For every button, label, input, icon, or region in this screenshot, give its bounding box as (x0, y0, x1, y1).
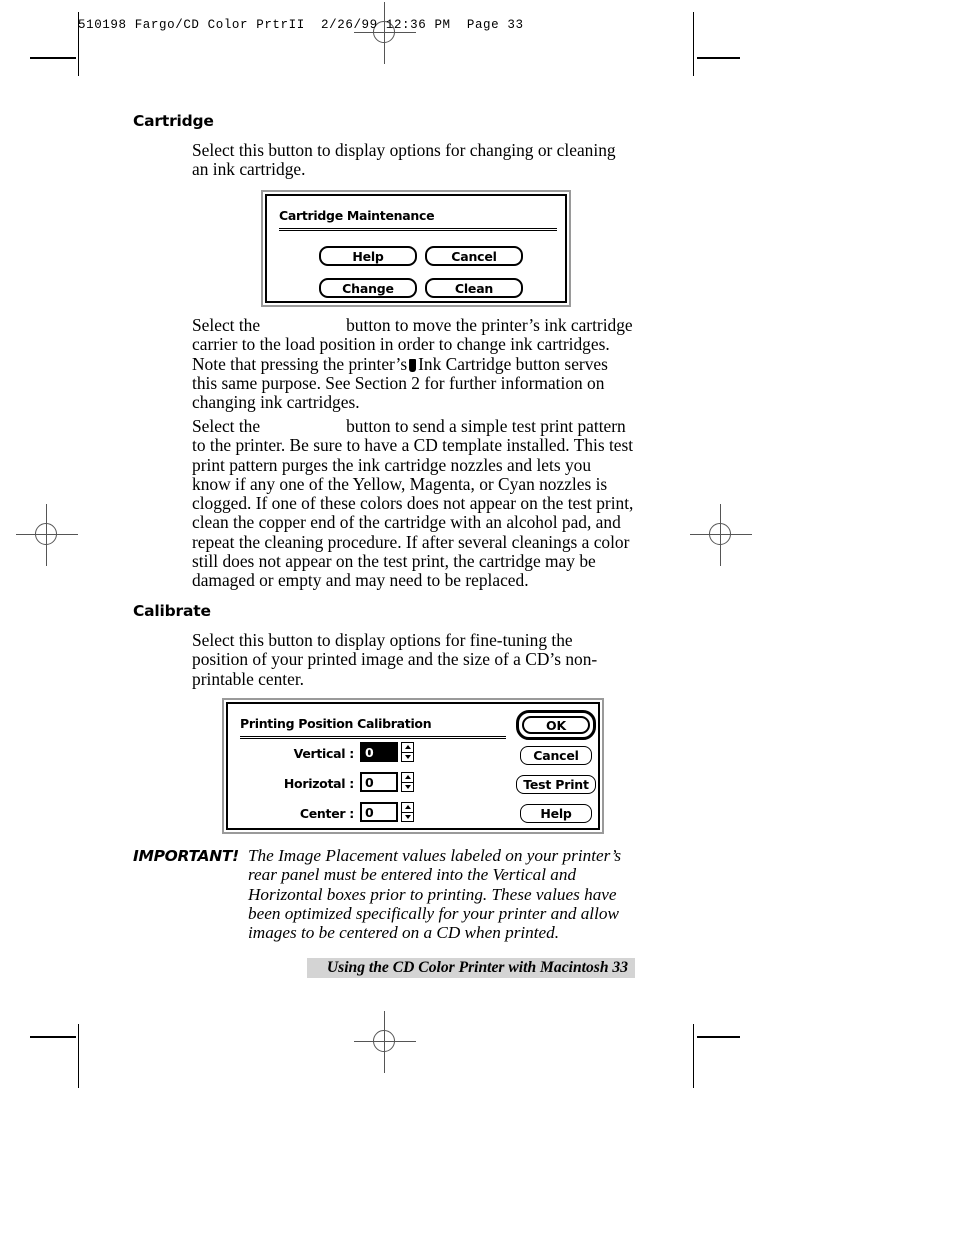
paragraph-clean-text-a: Select the (192, 416, 261, 436)
horizontal-field[interactable]: 0 (360, 772, 398, 792)
horizontal-stepper-down[interactable] (402, 783, 413, 792)
cartridge-help-button-label: Help (352, 248, 384, 264)
important-note-text: The Image Placement values labeled on yo… (248, 846, 622, 943)
cartridge-maintenance-title: Cartridge Maintenance (279, 208, 435, 223)
vertical-stepper[interactable] (401, 742, 414, 762)
chevron-up-icon (404, 775, 411, 780)
printing-position-calibration-dialog[interactable]: Printing Position Calibration Vertical :… (222, 698, 604, 834)
ok-button[interactable]: OK (522, 716, 590, 734)
center-stepper-up[interactable] (402, 803, 413, 813)
crop-mark-bottom-left-vertical (78, 1024, 79, 1088)
cartridge-maintenance-dialog-body: Cartridge Maintenance Help Cancel Change… (265, 194, 567, 303)
center-field[interactable]: 0 (360, 802, 398, 822)
horizontal-field-label: Horizotal : (283, 776, 354, 791)
chevron-down-icon (404, 814, 411, 819)
registration-mark-left (16, 504, 78, 566)
ink-cartridge-icon (409, 358, 417, 372)
cartridge-change-button[interactable]: Change (319, 278, 417, 298)
footer-bar: Using the CD Color Printer with Macintos… (307, 958, 635, 978)
test-print-button[interactable]: Test Print (516, 775, 596, 794)
cartridge-maintenance-title-rule (279, 228, 557, 231)
crop-mark-bottom-left-horizontal (30, 1036, 76, 1038)
vertical-stepper-up[interactable] (402, 743, 413, 753)
calibration-help-button-label: Help (540, 806, 572, 821)
page-header-text: 510198 Fargo/CD Color PrtrII 2/26/99 12:… (78, 18, 524, 32)
center-stepper[interactable] (401, 802, 414, 822)
horizontal-stepper-up[interactable] (402, 773, 413, 783)
paragraph-calibrate-intro: Select this button to display options fo… (192, 630, 598, 689)
horizontal-field-value: 0 (365, 774, 374, 790)
chevron-down-icon (404, 784, 411, 789)
crop-mark-top-right-vertical (693, 12, 694, 76)
center-field-value: 0 (365, 804, 374, 820)
calibration-cancel-button[interactable]: Cancel (520, 746, 592, 765)
cartridge-cancel-button[interactable]: Cancel (425, 246, 523, 266)
important-note-label: IMPORTANT! (133, 847, 239, 865)
cartridge-clean-button-label: Clean (454, 280, 494, 296)
printing-position-calibration-dialog-body: Printing Position Calibration Vertical :… (226, 702, 600, 830)
registration-mark-circle (373, 1030, 395, 1052)
registration-mark-right (690, 504, 752, 566)
crop-mark-bottom-right-horizontal (697, 1036, 740, 1038)
cartridge-help-button[interactable]: Help (319, 246, 417, 266)
chevron-down-icon (404, 754, 411, 759)
crop-mark-bottom-right-vertical (693, 1024, 694, 1088)
chevron-up-icon (404, 805, 411, 810)
cartridge-clean-button[interactable]: Clean (425, 278, 523, 298)
registration-mark-circle (709, 523, 731, 545)
crop-mark-top-right-horizontal (697, 57, 740, 59)
cartridge-cancel-button-label: Cancel (451, 248, 497, 264)
cartridge-change-button-label: Change (342, 280, 394, 296)
section-heading-cartridge: Cartridge (133, 112, 214, 130)
vertical-field-label: Vertical : (293, 746, 355, 761)
vertical-stepper-down[interactable] (402, 753, 413, 762)
paragraph-clean-button: Select the button to send a simple test p… (192, 416, 634, 591)
vertical-field-value: 0 (365, 744, 388, 760)
paragraph-cartridge-intro: Select this button to display options fo… (192, 140, 616, 180)
printing-position-calibration-title-rule (240, 736, 506, 739)
calibration-cancel-button-label: Cancel (533, 748, 579, 763)
calibration-help-button[interactable]: Help (520, 804, 592, 823)
paragraph-clean-text-b: button to send a simple test print patte… (192, 416, 634, 591)
test-print-button-label: Test Print (523, 777, 589, 792)
paragraph-change-button: Select the button to move the printer’s i… (192, 315, 634, 412)
center-stepper-down[interactable] (402, 813, 413, 822)
cartridge-maintenance-dialog[interactable]: Cartridge Maintenance Help Cancel Change… (261, 190, 571, 307)
ok-button-label: OK (546, 717, 566, 733)
horizontal-stepper[interactable] (401, 772, 414, 792)
registration-mark-bottom-center (354, 1011, 416, 1073)
vertical-field[interactable]: 0 (360, 742, 398, 762)
chevron-up-icon (404, 745, 411, 750)
paragraph-change-text-a: Select the (192, 315, 261, 335)
footer-text: Using the CD Color Printer with Macintos… (326, 959, 628, 976)
registration-mark-circle (35, 523, 57, 545)
section-heading-calibrate: Calibrate (133, 602, 211, 620)
crop-mark-top-left-horizontal (30, 57, 76, 59)
center-field-label: Center : (299, 806, 354, 821)
printing-position-calibration-title: Printing Position Calibration (240, 716, 432, 731)
